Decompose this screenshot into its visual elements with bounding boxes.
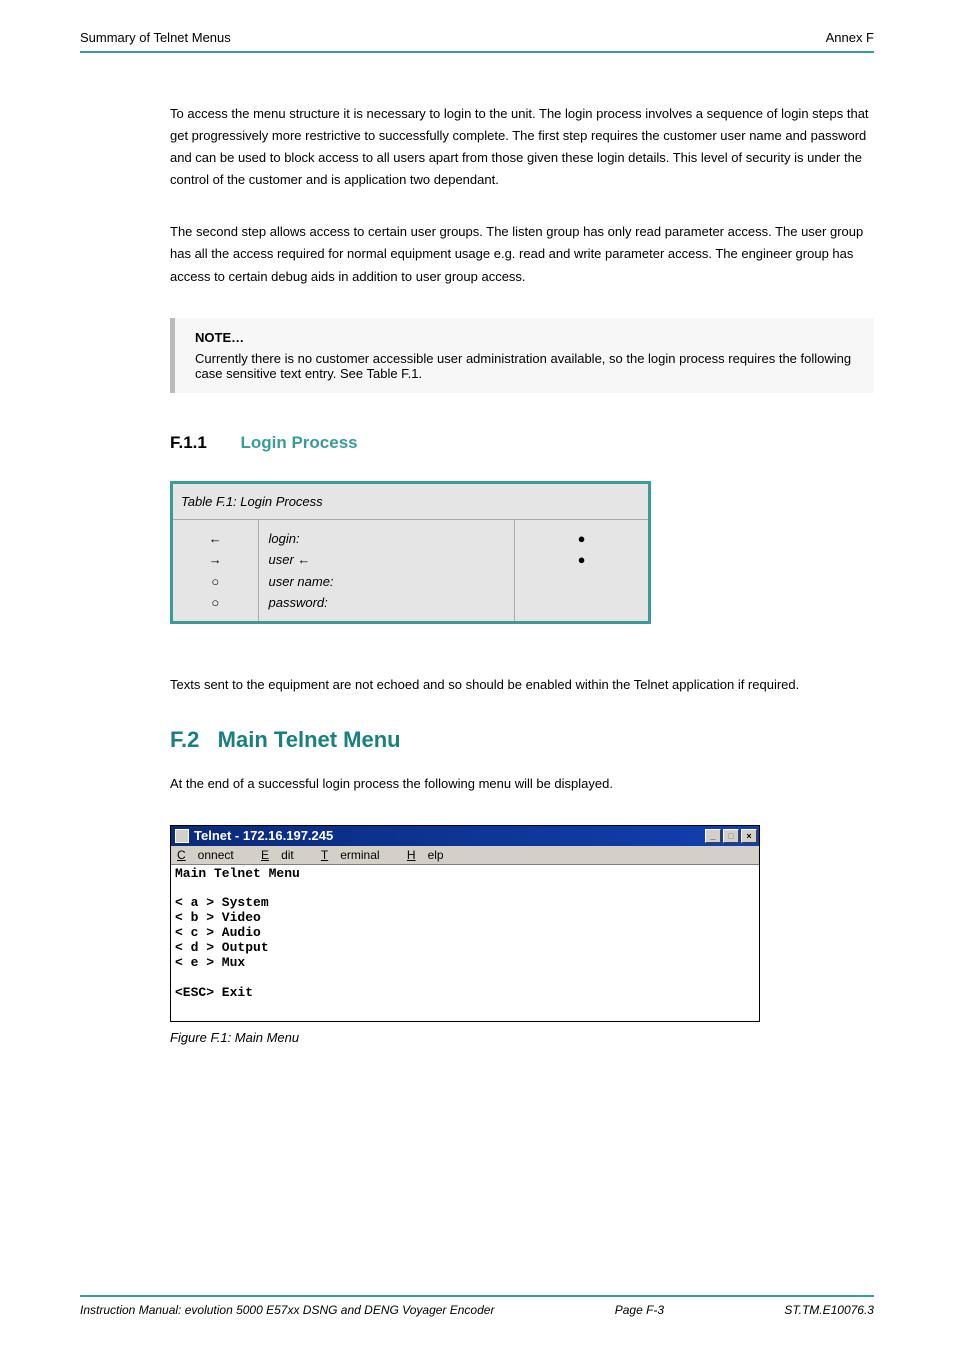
table-row: login: bbox=[269, 528, 505, 549]
table-col-2: login: user ← user name: password: bbox=[259, 520, 516, 622]
note-text: Currently there is no customer accessibl… bbox=[195, 351, 854, 381]
page-header: Summary of Telnet Menus Annex F bbox=[80, 30, 874, 53]
header-left: Summary of Telnet Menus bbox=[80, 30, 231, 45]
minimize-button[interactable]: _ bbox=[705, 829, 721, 843]
telnet-figure: Telnet - 172.16.197.245 _ □ × Connect Ed… bbox=[170, 825, 874, 1045]
section-title: Login Process bbox=[240, 433, 357, 452]
terminal-content: Main Telnet Menu < a > System < b > Vide… bbox=[171, 865, 759, 1021]
page-footer: Instruction Manual: evolution 5000 E57xx… bbox=[80, 1295, 874, 1317]
section-heading: F.1.1 Login Process bbox=[170, 433, 874, 453]
note-box: NOTE… Currently there is no customer acc… bbox=[170, 318, 874, 393]
figure-caption: Figure F.1: Main Menu bbox=[170, 1030, 874, 1045]
login-table: Table F.1: Login Process ← → ○ ○ login: … bbox=[170, 481, 651, 625]
section-number: F.1.1 bbox=[170, 433, 207, 452]
window-title: Telnet - 172.16.197.245 bbox=[194, 828, 333, 843]
intro-paragraph-2: The second step allows access to certain… bbox=[170, 221, 874, 287]
table-row: ● bbox=[525, 549, 638, 570]
menu-terminal[interactable]: Terminal bbox=[321, 848, 392, 862]
close-button[interactable]: × bbox=[741, 829, 757, 843]
menubar: Connect Edit Terminal Help bbox=[171, 846, 759, 865]
table-row: ● bbox=[525, 528, 638, 549]
footer-right: ST.TM.E10076.3 bbox=[784, 1303, 874, 1317]
table-title: Table F.1: Login Process bbox=[173, 484, 648, 520]
table-row: ○ bbox=[183, 571, 248, 592]
main-menu-heading: F.2 Main Telnet Menu bbox=[170, 727, 874, 753]
after-table-text: Texts sent to the equipment are not echo… bbox=[170, 674, 874, 696]
menu-connect[interactable]: Connect bbox=[177, 848, 246, 862]
footer-left: Instruction Manual: evolution 5000 E57xx… bbox=[80, 1303, 494, 1317]
table-row: → bbox=[183, 549, 248, 570]
table-row: ← bbox=[183, 528, 248, 549]
titlebar: Telnet - 172.16.197.245 _ □ × bbox=[171, 826, 759, 846]
telnet-window: Telnet - 172.16.197.245 _ □ × Connect Ed… bbox=[170, 825, 760, 1022]
table-row: password: bbox=[269, 592, 505, 613]
app-icon bbox=[175, 829, 189, 843]
table-col-1: ← → ○ ○ bbox=[173, 520, 259, 622]
maximize-button[interactable]: □ bbox=[723, 829, 739, 843]
main-menu-intro: At the end of a successful login process… bbox=[170, 773, 874, 795]
table-row: user ← bbox=[269, 549, 505, 570]
header-right: Annex F bbox=[826, 30, 874, 45]
table-row: user name: bbox=[269, 571, 505, 592]
table-row: ○ bbox=[183, 592, 248, 613]
menu-edit[interactable]: Edit bbox=[261, 848, 306, 862]
intro-paragraph-1: To access the menu structure it is neces… bbox=[170, 103, 874, 191]
note-label: NOTE… bbox=[195, 330, 244, 345]
footer-center: Page F-3 bbox=[615, 1303, 664, 1317]
table-col-3: ● ● bbox=[515, 520, 648, 622]
menu-help[interactable]: Help bbox=[407, 848, 456, 862]
